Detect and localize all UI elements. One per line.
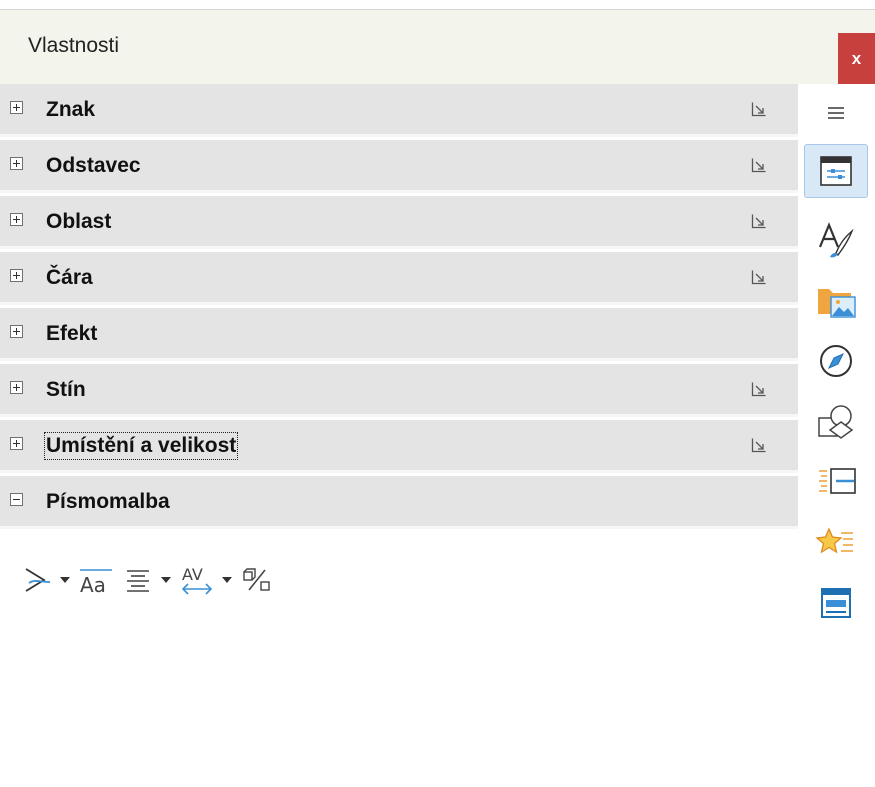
section-odstavec[interactable]: Odstavec (0, 140, 798, 193)
more-options-icon[interactable] (751, 213, 767, 229)
section-znak[interactable]: Znak (0, 84, 798, 137)
more-options-icon[interactable] (751, 381, 767, 397)
tab-styles[interactable] (804, 214, 868, 268)
expand-icon[interactable] (10, 381, 23, 394)
chevron-down-icon[interactable] (222, 577, 232, 583)
section-title: Znak (46, 98, 96, 121)
section-pismomalba[interactable]: Písmomalba (0, 476, 798, 529)
more-options-icon[interactable] (751, 157, 767, 173)
close-deck-button[interactable]: x (838, 33, 875, 84)
character-spacing-button[interactable]: AV (180, 560, 241, 600)
expand-icon[interactable] (10, 157, 23, 170)
chevron-down-icon[interactable] (60, 577, 70, 583)
window-top-edge (0, 0, 875, 10)
deck-title-bar: Vlastnosti x (0, 10, 875, 84)
same-letter-heights-icon: Aa (80, 569, 112, 595)
sidebar-menu-button[interactable] (804, 86, 868, 140)
expand-icon[interactable] (10, 437, 23, 450)
tab-animation[interactable] (804, 516, 868, 570)
navigator-icon (820, 345, 852, 377)
section-cara[interactable]: Čára (0, 252, 798, 305)
more-options-icon[interactable] (751, 269, 767, 285)
fontwork-alignment-icon (127, 570, 149, 592)
section-title: Efekt (46, 322, 98, 345)
deck-title: Vlastnosti (28, 34, 120, 57)
section-title: Odstavec (46, 154, 141, 177)
expand-icon[interactable] (10, 213, 23, 226)
section-title: Písmomalba (46, 490, 170, 513)
properties-panel: Znak Odstavec Oblast Čára Efekt Stín Umí… (0, 84, 798, 787)
properties-icon (820, 156, 852, 186)
expand-icon[interactable] (10, 101, 23, 114)
menu-icon (828, 107, 844, 119)
tab-slide-transition[interactable] (804, 454, 868, 508)
expand-icon[interactable] (10, 269, 23, 282)
toggle-extrusion-button[interactable] (241, 560, 273, 600)
slide-transition-icon (819, 468, 856, 494)
svg-text:AV: AV (182, 565, 203, 584)
toggle-extrusion-icon (243, 568, 270, 591)
same-letter-heights-button[interactable]: Aa (79, 560, 113, 600)
more-options-icon[interactable] (751, 437, 767, 453)
section-efekt[interactable]: Efekt (0, 308, 798, 361)
fontwork-toolbar: Aa AV (22, 560, 273, 600)
fontwork-shape-icon (25, 568, 51, 592)
styles-icon (818, 222, 854, 258)
tab-navigator[interactable] (804, 334, 868, 388)
collapse-icon[interactable] (10, 493, 23, 506)
section-umisteni-a-velikost[interactable]: Umístění a velikost (0, 420, 798, 473)
shapes-icon (818, 405, 854, 439)
fontwork-alignment-button[interactable] (123, 560, 180, 600)
close-icon: x (851, 48, 862, 68)
tab-shapes[interactable] (804, 394, 868, 448)
fontwork-shape-button[interactable] (22, 560, 79, 600)
section-oblast[interactable]: Oblast (0, 196, 798, 249)
master-slides-icon (821, 588, 851, 618)
animation-icon (815, 527, 853, 554)
section-stin[interactable]: Stín (0, 364, 798, 417)
chevron-down-icon[interactable] (161, 577, 171, 583)
more-options-icon[interactable] (751, 101, 767, 117)
section-title: Čára (46, 266, 93, 289)
section-title: Umístění a velikost (43, 432, 239, 460)
tab-properties[interactable] (804, 144, 868, 198)
svg-text:Aa: Aa (80, 573, 106, 595)
gallery-icon (818, 289, 856, 318)
tab-master-slides[interactable] (804, 576, 868, 630)
tab-gallery[interactable] (804, 274, 868, 328)
sidebar-tabbar (798, 84, 875, 787)
section-title: Oblast (46, 210, 112, 233)
expand-icon[interactable] (10, 325, 23, 338)
section-title: Stín (46, 378, 86, 401)
character-spacing-icon: AV (181, 565, 213, 595)
